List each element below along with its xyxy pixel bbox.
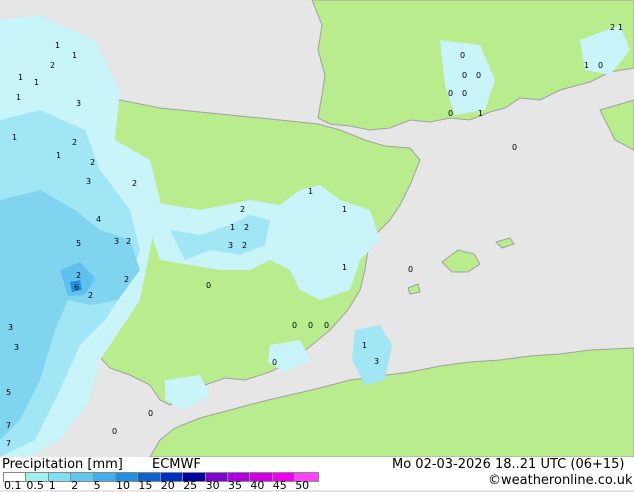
map-label: 0 bbox=[462, 89, 467, 98]
map-label: 1 bbox=[55, 41, 60, 50]
map-label: 5 bbox=[76, 239, 81, 248]
legend-tick-label: 35 bbox=[228, 479, 242, 492]
map-label: 2 bbox=[242, 241, 247, 250]
map-label: 0 bbox=[206, 281, 211, 290]
map-label: 0 bbox=[324, 321, 329, 330]
legend-tick-label: 50 bbox=[295, 479, 310, 492]
map-label: 3 bbox=[8, 323, 13, 332]
map-label: 2 bbox=[76, 271, 81, 280]
legend-tick-label: 10 bbox=[116, 479, 130, 492]
map-label: 3 bbox=[374, 357, 379, 366]
map-label: 3 bbox=[114, 237, 119, 246]
map-label: 0 bbox=[476, 71, 481, 80]
map-label: 0 bbox=[462, 71, 467, 80]
map-label: 1 bbox=[34, 78, 39, 87]
model-name: ECMWF bbox=[152, 457, 201, 472]
map-label: 1 bbox=[308, 187, 313, 196]
credit: ©weatheronline.co.uk bbox=[488, 473, 633, 488]
map-label: 1 bbox=[342, 263, 347, 272]
legend-tick-label: 40 bbox=[250, 479, 265, 492]
legend-tick-label: 15 bbox=[138, 479, 153, 492]
map-label: 0 bbox=[460, 51, 465, 60]
map-label: 1 bbox=[18, 73, 23, 82]
map-label: 3 bbox=[228, 241, 233, 250]
map-label: 3 bbox=[76, 99, 81, 108]
map-label: 2 bbox=[50, 61, 55, 70]
valid-time: Mo 02-03-2026 18..21 UTC (06+15) bbox=[392, 457, 625, 472]
map-label: 1 bbox=[230, 223, 235, 232]
map-label: 0 bbox=[272, 358, 277, 367]
legend-tick-label: 30 bbox=[205, 479, 220, 492]
map-label: 0 bbox=[292, 321, 297, 330]
map-label: 0 bbox=[448, 109, 453, 118]
map-label: 2 bbox=[88, 291, 93, 300]
map-title: Precipitation [mm] bbox=[2, 457, 123, 472]
map-label: 0 bbox=[512, 143, 517, 152]
map-label: 1 bbox=[342, 205, 347, 214]
legend-tick-label: 45 bbox=[272, 479, 287, 492]
map-label: 0 bbox=[112, 427, 117, 436]
map-label: 4 bbox=[96, 215, 101, 224]
map-label: 7 bbox=[6, 421, 11, 430]
map-label: 5 bbox=[6, 388, 11, 397]
map-label: 2 bbox=[126, 237, 131, 246]
legend-tick-label: 0.5 bbox=[26, 479, 44, 492]
map-label: 0 bbox=[448, 89, 453, 98]
map-label: 1 bbox=[16, 93, 21, 102]
map-label: 1 bbox=[12, 133, 17, 142]
map-label: 7 bbox=[6, 439, 11, 448]
map-label: 3 bbox=[14, 343, 19, 352]
map-label: 0 bbox=[308, 321, 313, 330]
map-label: 3 bbox=[86, 177, 91, 186]
map-label: 0 bbox=[598, 61, 603, 70]
map-label: 0 bbox=[148, 409, 153, 418]
map-label: 1 bbox=[584, 61, 589, 70]
map-label: 1 bbox=[362, 341, 367, 350]
map-label: 2 bbox=[132, 179, 137, 188]
map-label: 2 bbox=[610, 23, 615, 32]
map-label: 2 bbox=[244, 223, 249, 232]
legend-tick-label: 0.1 bbox=[4, 479, 22, 492]
map-label: 2 bbox=[240, 205, 245, 214]
map-label: 2 bbox=[90, 158, 95, 167]
map-label: 2 bbox=[124, 275, 129, 284]
legend-tick-label: 1 bbox=[48, 479, 56, 492]
map-label: 2 bbox=[72, 138, 77, 147]
map-label: 1 bbox=[478, 109, 483, 118]
map-label: 1 bbox=[72, 51, 77, 60]
legend-tick-label: 2 bbox=[71, 479, 79, 492]
legend-tick-label: 20 bbox=[160, 479, 175, 492]
map-label: 1 bbox=[56, 151, 61, 160]
precipitation-map: 1 1 2 1 1 1 3 1 2 1 2 3 2 4 3 2 5 2 6 2 … bbox=[0, 0, 634, 457]
map-label: 6 bbox=[74, 283, 79, 292]
map-label: 1 bbox=[618, 23, 623, 32]
map-label: 0 bbox=[408, 265, 413, 274]
legend-tick-label: 5 bbox=[93, 479, 101, 492]
legend-tick-label: 25 bbox=[183, 479, 198, 492]
